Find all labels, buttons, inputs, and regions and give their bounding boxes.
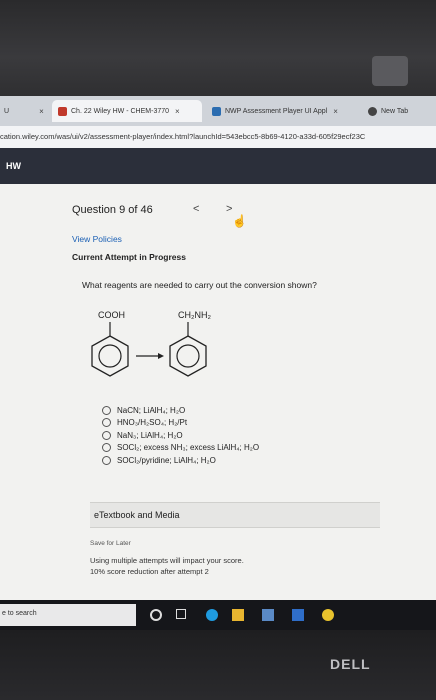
reactant-label: COOH [98,310,125,320]
tab-label: NWP Assessment Player UI Appl [225,107,328,115]
dell-logo: DELL [330,656,371,672]
etextbook-label: eTextbook and Media [94,510,180,520]
radio-button[interactable] [102,430,111,440]
option-text: HNO₃/H₂SO₄; H₂/Pt [117,418,188,428]
file-explorer-icon[interactable] [232,609,244,621]
hand-cursor-icon: ☝ [232,214,247,228]
address-bar[interactable]: cation.wiley.com/was/ui/v2/assessment-pl… [0,126,436,149]
reduction-note: 10% score reduction after attempt 2 [90,567,209,576]
question-title: Question 9 of 46 [72,204,153,216]
taskbar-search-box[interactable]: e to search [0,604,136,626]
webcam-icon [372,56,408,86]
tab-label: U [4,107,10,115]
search-text: e to search [2,610,37,617]
reaction-diagram: COOH CH₂NH₂ [91,310,211,377]
tab-assessment-player[interactable]: NWP Assessment Player UI Appl × [206,100,358,122]
screen-bezel-top [0,0,436,96]
question-prompt: What reagents are needed to carry out th… [82,280,317,290]
answer-option[interactable]: SOCl₂/pyridine; LiAlH₄; H₂O [102,454,259,467]
product-label: CH₂NH₂ [178,310,211,320]
answer-option[interactable]: SOCl₂; excess NH₃; excess LiAlH₄; H₂O [102,442,259,455]
wiley-icon [58,106,67,116]
option-text: SOCl₂/pyridine; LiAlH₄; H₂O [117,455,216,465]
prev-question-button[interactable]: < [193,203,199,215]
view-policies-link[interactable]: View Policies [72,234,122,244]
tab-close-icon[interactable]: × [39,107,44,116]
task-view-icon[interactable] [176,609,186,619]
tab-partial[interactable]: U × [0,100,52,122]
tab-label: New Tab [381,107,409,115]
cortana-icon[interactable] [150,609,162,621]
product-benzene-ring [169,335,207,377]
product-ring-circle [176,344,200,368]
option-text: NaCN; LiAlH₄; H₂O [117,405,186,415]
radio-button[interactable] [102,455,111,465]
windows-taskbar: e to search [0,600,436,630]
tab-wiley-hw[interactable]: Ch. 22 Wiley HW - CHEM-3770 × [52,100,202,122]
chrome-icon[interactable] [322,609,334,621]
answer-option[interactable]: NaCN; LiAlH₄; H₂O [102,404,259,417]
option-text: SOCl₂; excess NH₃; excess LiAlH₄; H₂O [117,443,260,453]
attempts-note: Using multiple attempts will impact your… [90,556,244,565]
browser-tab-bar: U × Ch. 22 Wiley HW - CHEM-3770 × NWP As… [0,96,436,126]
store-icon[interactable] [262,609,274,621]
mail-icon[interactable] [292,609,304,621]
reaction-arrow-head [158,353,164,359]
tab-new-tab[interactable]: New Tab [362,100,436,122]
answer-option[interactable]: NaN₃; LiAlH₄; H₂O [102,429,259,442]
tab-label: Ch. 22 Wiley HW - CHEM-3770 [71,107,170,115]
assessment-icon [212,106,221,116]
radio-button[interactable] [102,418,111,428]
tab-close-icon[interactable]: × [333,107,338,116]
globe-icon [368,106,377,116]
attempt-status: Current Attempt in Progress [72,252,186,262]
reactant-ring-circle [98,344,122,368]
url-text: cation.wiley.com/was/ui/v2/assessment-pl… [0,132,366,141]
etextbook-section[interactable]: eTextbook and Media [90,502,380,528]
answer-option[interactable]: HNO₃/H₂SO₄; H₂/Pt [102,417,259,430]
option-text: NaN₃; LiAlH₄; H₂O [117,430,183,440]
answer-options: NaCN; LiAlH₄; H₂O HNO₃/H₂SO₄; H₂/Pt NaN₃… [102,404,259,467]
question-panel: Question 9 of 46 < > ☝ View Policies Cur… [0,184,436,600]
radio-button[interactable] [102,443,111,453]
radio-button[interactable] [102,405,111,415]
reactant-benzene-ring [91,335,129,377]
app-title: HW [6,161,21,171]
app-header: HW [0,148,436,184]
save-for-later-button[interactable]: Save for Later [90,540,131,547]
screen-bezel-bottom: DELL [0,630,436,700]
tab-close-icon[interactable]: × [175,107,180,116]
edge-icon[interactable] [206,609,218,621]
